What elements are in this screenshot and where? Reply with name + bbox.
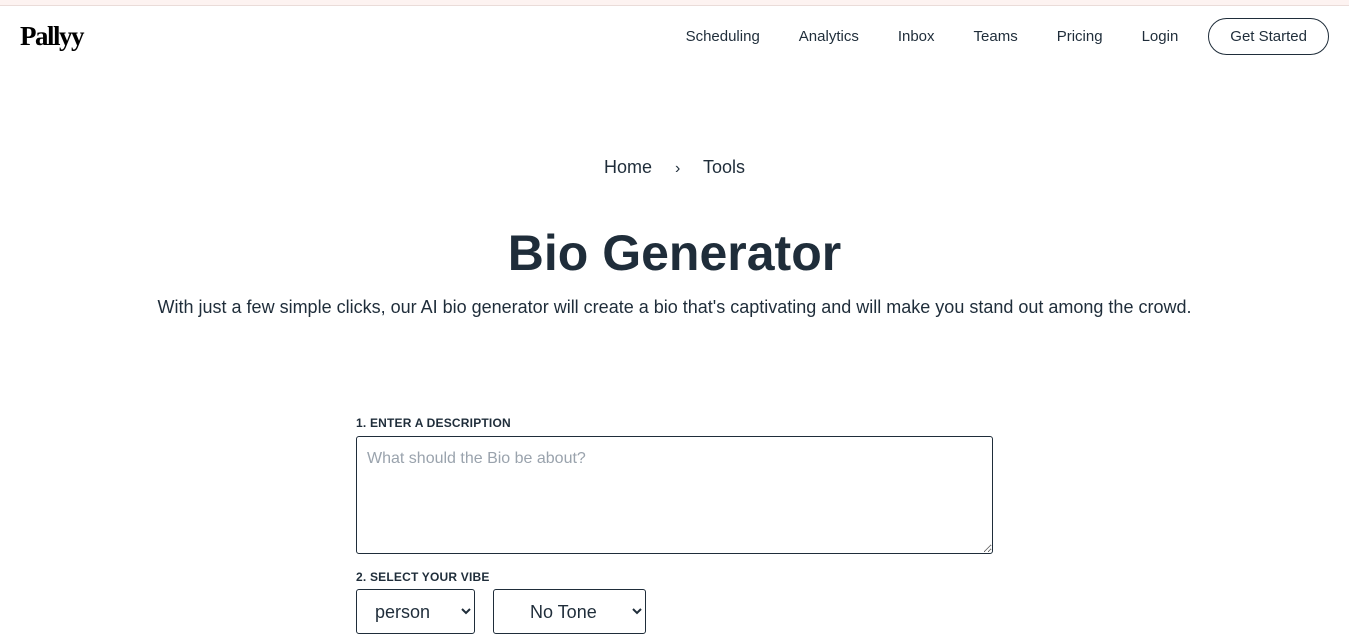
main-nav: Scheduling Analytics Inbox Teams Pricing… [686,18,1329,55]
breadcrumb-tools[interactable]: Tools [703,157,745,177]
breadcrumb-home[interactable]: Home [604,157,652,177]
chevron-right-icon: › [674,160,681,177]
nav-scheduling[interactable]: Scheduling [686,28,760,45]
vibe-type-select[interactable]: person [356,589,475,634]
logo[interactable]: Pallyy [20,21,85,52]
header: Pallyy Scheduling Analytics Inbox Teams … [0,6,1349,68]
tone-select[interactable]: No Tone [493,589,646,634]
page-title: Bio Generator [507,225,842,281]
description-label: 1. ENTER A DESCRIPTION [356,416,511,430]
nav-teams[interactable]: Teams [974,28,1018,45]
page-subtitle: With just a few simple clicks, our AI bi… [157,297,1192,317]
nav-analytics[interactable]: Analytics [799,28,859,45]
breadcrumb: Home › Tools [0,157,1349,178]
bio-form: 1. ENTER A DESCRIPTION 2. SELECT YOUR VI… [356,416,993,634]
nav-pricing[interactable]: Pricing [1057,28,1103,45]
vibe-label: 2. SELECT YOUR VIBE [356,570,490,584]
get-started-button[interactable]: Get Started [1208,18,1329,55]
nav-inbox[interactable]: Inbox [898,28,935,45]
description-input[interactable] [356,436,993,554]
nav-login[interactable]: Login [1142,28,1179,45]
